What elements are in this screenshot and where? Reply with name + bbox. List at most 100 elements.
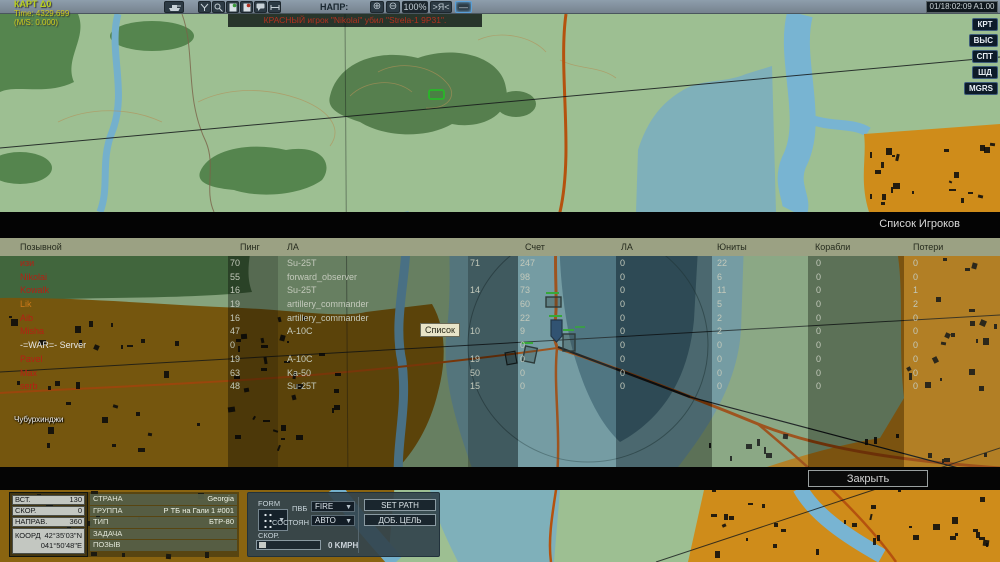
dcs-f10-map-screen: Чубурхинджи НАПР: ⊕ ⊖ 100% >Я< — КАРТ Δ0… (0, 0, 1000, 562)
player-la: 0 (620, 299, 626, 310)
player-units: 0 (717, 340, 723, 351)
routes-button[interactable] (198, 1, 211, 13)
player-aircraft: Su-25T (287, 285, 317, 296)
player-kills: 50 (470, 367, 481, 378)
player-list-title-bar: Список Игроков (0, 212, 1000, 238)
roe-dropdown[interactable]: FIRE ▼ (311, 501, 355, 512)
player-row[interactable]: Pavel 19 A-10C 19 0 0 0 0 0 (0, 352, 1000, 366)
player-row[interactable]: изи 70 Su-25T 71 247 0 22 0 0 (0, 256, 1000, 270)
label-remove-icon (243, 3, 250, 11)
center-on-player-button[interactable]: >Я< (430, 1, 452, 13)
map-layer-buttons: КРТ ВЫС СПТ ШД MGRS (964, 18, 998, 95)
player-losses: 2 (913, 299, 919, 310)
player-row[interactable]: Lik 19 artillery_commander 60 0 5 0 2 (0, 297, 1000, 311)
remove-label-button[interactable] (240, 1, 253, 13)
column-header-1: Позывной (20, 242, 62, 252)
add-label-button[interactable] (226, 1, 239, 13)
player-ships: 0 (816, 367, 822, 378)
player-losses: 0 (913, 367, 919, 378)
vehicle-view-button[interactable] (164, 1, 184, 13)
map-button-спт[interactable]: СПТ (971, 50, 998, 63)
unit-command-panel: FORM ▼ ПВБ FIRE ▼ СОСТОЯН АВТО ▼ SET PAT… (247, 492, 440, 557)
player-la: 0 (620, 353, 626, 364)
mission-time-label: Time: 4329.699 (14, 9, 70, 18)
unit-info-row: СКОР. 0 (12, 506, 85, 516)
player-score: 60 (520, 299, 531, 310)
map-button-крт[interactable]: КРТ (972, 18, 998, 31)
alarm-state-dropdown[interactable]: АВТО ▼ (311, 515, 355, 526)
player-units: 0 (717, 381, 723, 392)
column-header-8: Потери (913, 242, 944, 252)
ruler-button[interactable] (268, 1, 281, 13)
set-path-button[interactable]: SET PATH (364, 499, 436, 511)
player-ping: 63 (230, 367, 241, 378)
player-ping: 16 (230, 312, 241, 323)
column-header-5: ЛА (621, 242, 633, 252)
top-toolbar: НАПР: ⊕ ⊖ 100% >Я< — (0, 0, 1000, 14)
close-button[interactable]: Закрыть (808, 470, 928, 487)
player-la: 0 (620, 326, 626, 337)
roe-value: FIRE (315, 502, 334, 511)
player-ping: 0 (230, 340, 236, 351)
group-info-rows: СТРАНА Georgia ГРУППА Р ТБ на Гали 1 #001 ТИ… (90, 494, 237, 551)
map-button-выс[interactable]: ВЫС (968, 34, 998, 47)
player-units: 0 (717, 353, 723, 364)
speed-slider[interactable] (256, 540, 321, 550)
player-callsign: Max (20, 367, 38, 378)
time-accel-label: (M/S: 0.000) (14, 18, 59, 27)
player-score: 0 (520, 340, 526, 351)
player-row[interactable]: Kowalk 16 Su-25T 14 73 0 11 0 1 (0, 283, 1000, 297)
add-target-button[interactable]: ДОБ. ЦЕЛЬ (364, 514, 436, 526)
player-kills: 19 (470, 353, 481, 364)
map-button-шд[interactable]: ШД (972, 66, 998, 79)
player-list-footer: Закрыть (0, 467, 1000, 490)
player-list-title: Список Игроков (879, 218, 960, 230)
player-la: 0 (620, 285, 626, 296)
player-row[interactable]: Aib 16 artillery_commander 22 0 2 0 0 (0, 311, 1000, 325)
player-ping: 47 (230, 326, 241, 337)
player-losses: 1 (913, 285, 919, 296)
player-losses: 0 (913, 258, 919, 268)
player-aircraft: Su-25T (287, 258, 317, 268)
player-kills: 14 (470, 285, 481, 296)
player-units: 2 (717, 312, 723, 323)
pan-mode-button[interactable]: — (455, 1, 472, 13)
player-kills: 10 (470, 326, 481, 337)
formation-label: FORM (258, 499, 281, 508)
group-info-row: ЗАДАЧА (90, 528, 237, 539)
speed-value: 0 KMPH (328, 541, 359, 550)
search-button[interactable] (212, 1, 225, 13)
chat-button[interactable] (254, 1, 267, 13)
player-callsign: Pavel (20, 353, 43, 364)
player-row[interactable]: serb 48 Su-25T 15 0 0 0 0 0 (0, 379, 1000, 393)
zoom-in-button[interactable]: ⊕ (370, 1, 384, 13)
player-row[interactable]: Misha 47 A-10C 10 9 0 2 0 0 (0, 324, 1000, 338)
player-score: 247 (520, 258, 536, 268)
player-losses: 0 (913, 381, 919, 392)
player-row[interactable]: Nikolai 55 forward_observer 98 0 6 0 0 (0, 270, 1000, 284)
player-units: 5 (717, 299, 723, 310)
player-losses: 0 (913, 312, 919, 323)
group-info-row: СТРАНА Georgia (90, 494, 237, 505)
player-ships: 0 (816, 299, 822, 310)
tank-icon (168, 5, 181, 11)
search-icon (214, 3, 223, 12)
player-ping: 19 (230, 353, 241, 364)
column-header-4: Счет (525, 242, 545, 252)
player-callsign: -=WAR=- Server (20, 340, 87, 351)
player-ping: 70 (230, 258, 241, 268)
map-mode-label: КАРТ Δ0 (14, 0, 52, 9)
coord-lat: 42°35'03"N (44, 531, 82, 540)
player-score: 9 (520, 326, 526, 337)
player-row[interactable]: -=WAR=- Server 0 0 0 0 0 0 (0, 338, 1000, 352)
zoom-out-button[interactable]: ⊖ (386, 1, 400, 13)
player-score: 0 (520, 367, 526, 378)
group-info-row: ТИП БТР-80 (90, 517, 237, 528)
player-row[interactable]: Max 63 Ka-50 50 0 0 0 0 0 (0, 366, 1000, 380)
route-icon (200, 3, 209, 11)
map-button-mgrs[interactable]: MGRS (964, 82, 998, 95)
player-units: 0 (717, 367, 723, 378)
player-rows: изи 70 Su-25T 71 247 0 22 0 0 Nikolai 55 forward_ob… (0, 256, 1000, 393)
speed-slider-handle[interactable] (259, 542, 266, 548)
coord-label: КООРД (15, 531, 41, 540)
